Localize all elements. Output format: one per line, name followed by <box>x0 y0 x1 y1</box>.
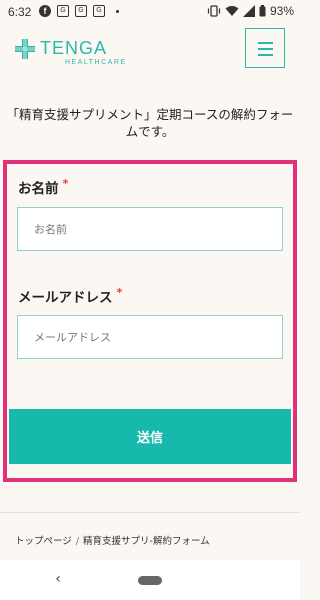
vibrate-icon <box>207 5 221 17</box>
email-field-label: メールアドレス * <box>18 286 122 306</box>
email-label-text: メールアドレス <box>18 290 113 306</box>
status-right: 93% <box>207 3 294 19</box>
battery-percent: 93% <box>269 4 294 18</box>
wifi-icon <box>225 6 239 16</box>
name-label-text: お名前 <box>18 181 59 197</box>
more-notifications-dot <box>116 10 119 13</box>
submit-button[interactable]: 送信 <box>9 409 291 464</box>
battery-icon <box>259 5 266 17</box>
status-time: 6:32 <box>8 5 32 19</box>
breadcrumb-separator: / <box>75 536 80 547</box>
back-icon[interactable]: ‹ <box>50 571 66 587</box>
cancellation-form: お名前* メールアドレス* 送信 <box>3 160 297 482</box>
status-bar: 6:32 f G G G 93% <box>0 0 300 24</box>
logo-text: TENGA <box>40 38 108 58</box>
logo-cross-icon <box>15 39 35 59</box>
notification-icon: G <box>57 5 69 17</box>
hamburger-menu-button[interactable] <box>245 28 285 68</box>
page-title: 「精育支援サプリメント」定期コースの解約フォームです。 <box>6 107 294 139</box>
name-field-label: お名前 * <box>18 177 68 197</box>
facebook-icon: f <box>39 5 51 17</box>
system-nav-bar: ‹ <box>0 560 300 600</box>
site-header: TENGA HEALTHCARE <box>0 24 300 88</box>
divider <box>0 512 300 513</box>
tenga-healthcare-logo[interactable]: TENGA HEALTHCARE <box>15 35 135 75</box>
breadcrumb-home-link[interactable]: トップページ <box>15 536 72 547</box>
breadcrumb-current: 精育支援サプリ-解約フォーム <box>83 536 210 547</box>
notification-icon: G <box>93 5 105 17</box>
menu-line <box>258 54 273 56</box>
email-input[interactable] <box>17 315 283 359</box>
breadcrumb: トップページ / 精育支援サプリ-解約フォーム <box>15 533 210 547</box>
home-pill-icon[interactable] <box>138 576 162 585</box>
required-mark: * <box>116 286 123 299</box>
notification-icon: G <box>75 5 87 17</box>
logo-subtext: HEALTHCARE <box>65 59 127 66</box>
menu-line <box>258 42 273 44</box>
required-mark: * <box>62 177 69 190</box>
name-input[interactable] <box>17 207 283 251</box>
signal-icon <box>242 5 255 17</box>
menu-line <box>258 48 273 50</box>
